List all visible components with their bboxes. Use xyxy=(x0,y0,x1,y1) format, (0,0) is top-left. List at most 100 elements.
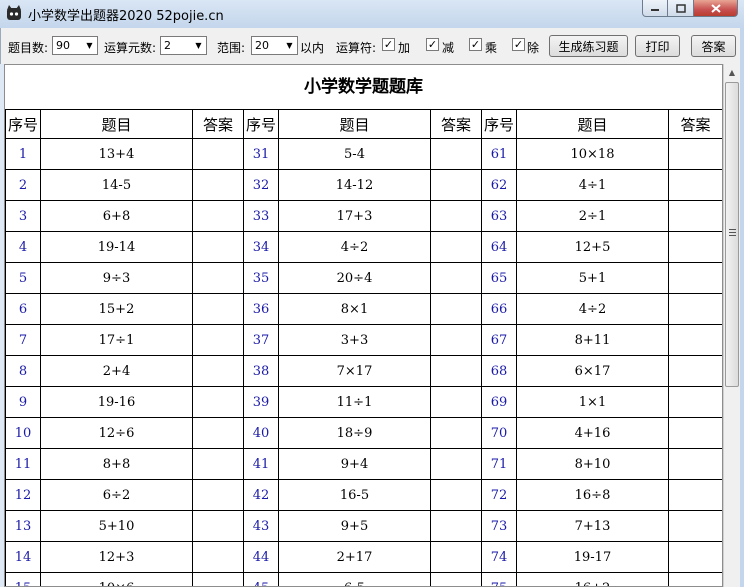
answer-cell xyxy=(430,231,482,263)
chevron-down-icon: ▼ xyxy=(195,41,202,50)
answer-cell xyxy=(430,510,482,542)
chevron-down-icon: ▼ xyxy=(286,41,293,50)
table-row: 3 6+8 33 17+3 63 2÷1 xyxy=(5,200,722,232)
question-text: 6-5 xyxy=(278,572,431,586)
question-number: 45 xyxy=(243,572,279,586)
table-row: 14 12+3 44 2+17 74 19-17 xyxy=(5,541,722,573)
maximize-button[interactable] xyxy=(668,0,694,17)
vertical-scrollbar[interactable]: ▲ xyxy=(723,64,740,587)
answer-cell xyxy=(668,448,722,480)
question-number: 67 xyxy=(481,324,517,356)
range-select[interactable]: 20 ▼ xyxy=(251,36,298,55)
question-text: 4÷2 xyxy=(278,231,431,263)
answer-cell xyxy=(430,386,482,418)
question-text: 8×1 xyxy=(278,293,431,325)
question-text: 18÷9 xyxy=(278,417,431,449)
question-count-label: 题目数: xyxy=(8,41,49,55)
answer-cell xyxy=(668,386,722,418)
question-number: 62 xyxy=(481,169,517,201)
answer-cell xyxy=(192,541,244,573)
question-text: 19-16 xyxy=(40,386,193,418)
question-text: 3+3 xyxy=(278,324,431,356)
question-text: 10×6 xyxy=(40,572,193,586)
question-text: 14-5 xyxy=(40,169,193,201)
question-number: 3 xyxy=(5,200,41,232)
question-number: 35 xyxy=(243,262,279,294)
scroll-up-arrow-icon[interactable]: ▲ xyxy=(724,64,740,80)
question-text: 13+4 xyxy=(40,138,193,170)
answer-cell xyxy=(192,355,244,387)
question-number: 31 xyxy=(243,138,279,170)
question-number: 65 xyxy=(481,262,517,294)
question-number: 1 xyxy=(5,138,41,170)
checkmark-icon: ✓ xyxy=(427,38,438,51)
question-text: 2+17 xyxy=(278,541,431,573)
question-text: 10×18 xyxy=(516,138,669,170)
question-text: 16-5 xyxy=(278,479,431,511)
question-number: 37 xyxy=(243,324,279,356)
question-number: 34 xyxy=(243,231,279,263)
question-text: 14-12 xyxy=(278,169,431,201)
exercise-sheet: 小学数学题题库 序号 题目 答案 序号 题目 答案 序号 题目 答案 1 13+4… xyxy=(4,64,723,587)
answer-cell xyxy=(668,324,722,356)
question-text: 5+10 xyxy=(40,510,193,542)
question-number: 7 xyxy=(5,324,41,356)
answer-cell xyxy=(668,417,722,449)
answer-cell xyxy=(668,541,722,573)
question-number: 66 xyxy=(481,293,517,325)
table-row: 9 19-16 39 11÷1 69 1×1 xyxy=(5,386,722,418)
question-text: 17+3 xyxy=(278,200,431,232)
question-number: 42 xyxy=(243,479,279,511)
generate-exercises-button[interactable]: 生成练习题 xyxy=(549,35,628,57)
answer-cell xyxy=(192,324,244,356)
operand-count-value: 2 xyxy=(164,39,171,52)
question-text: 4+16 xyxy=(516,417,669,449)
add-checkbox[interactable]: ✓ xyxy=(382,38,395,51)
question-number: 2 xyxy=(5,169,41,201)
operand-count-select[interactable]: 2 ▼ xyxy=(160,36,207,55)
table-row: 12 6÷2 42 16-5 72 16÷8 xyxy=(5,479,722,511)
grip-icon xyxy=(729,229,736,238)
answer-button[interactable]: 答案 xyxy=(691,35,736,57)
answer-cell xyxy=(192,231,244,263)
table-header-row: 序号 题目 答案 序号 题目 答案 序号 题目 答案 xyxy=(5,109,722,139)
answer-cell xyxy=(668,510,722,542)
question-text: 2÷1 xyxy=(516,200,669,232)
question-text: 6×17 xyxy=(516,355,669,387)
print-button[interactable]: 打印 xyxy=(635,35,680,57)
window-border xyxy=(740,28,744,587)
question-text: 5+1 xyxy=(516,262,669,294)
scrollbar-thumb[interactable] xyxy=(725,82,739,387)
divide-checkbox[interactable]: ✓ xyxy=(512,38,525,51)
close-icon xyxy=(710,3,721,13)
answer-cell xyxy=(668,479,722,511)
divide-label: 除 xyxy=(527,41,540,55)
question-text: 15+2 xyxy=(40,293,193,325)
maximize-icon xyxy=(675,3,686,13)
question-number: 9 xyxy=(5,386,41,418)
subtract-checkbox[interactable]: ✓ xyxy=(426,38,439,51)
question-number: 39 xyxy=(243,386,279,418)
question-count-select[interactable]: 90 ▼ xyxy=(52,36,98,55)
answer-cell xyxy=(192,262,244,294)
answer-cell xyxy=(430,479,482,511)
table-row: 6 15+2 36 8×1 66 4÷2 xyxy=(5,293,722,325)
question-number: 44 xyxy=(243,541,279,573)
window-controls xyxy=(642,0,738,18)
minimize-icon xyxy=(651,9,659,11)
question-number: 70 xyxy=(481,417,517,449)
answer-cell xyxy=(668,572,722,586)
operator-label: 运算符: xyxy=(336,41,377,55)
multiply-label: 乘 xyxy=(485,41,498,55)
answer-cell xyxy=(430,169,482,201)
chevron-down-icon: ▼ xyxy=(86,41,93,50)
minimize-button[interactable] xyxy=(642,0,668,17)
question-number: 36 xyxy=(243,293,279,325)
question-text: 16+2 xyxy=(516,572,669,586)
multiply-checkbox[interactable]: ✓ xyxy=(469,38,482,51)
close-button[interactable] xyxy=(694,0,738,17)
question-text: 17÷1 xyxy=(40,324,193,356)
question-number: 12 xyxy=(5,479,41,511)
toolbar: 题目数: 90 ▼ 运算元数: 2 ▼ 范围: 20 ▼ 以内 运算符: ✓ 加… xyxy=(0,28,744,64)
answer-cell xyxy=(430,448,482,480)
